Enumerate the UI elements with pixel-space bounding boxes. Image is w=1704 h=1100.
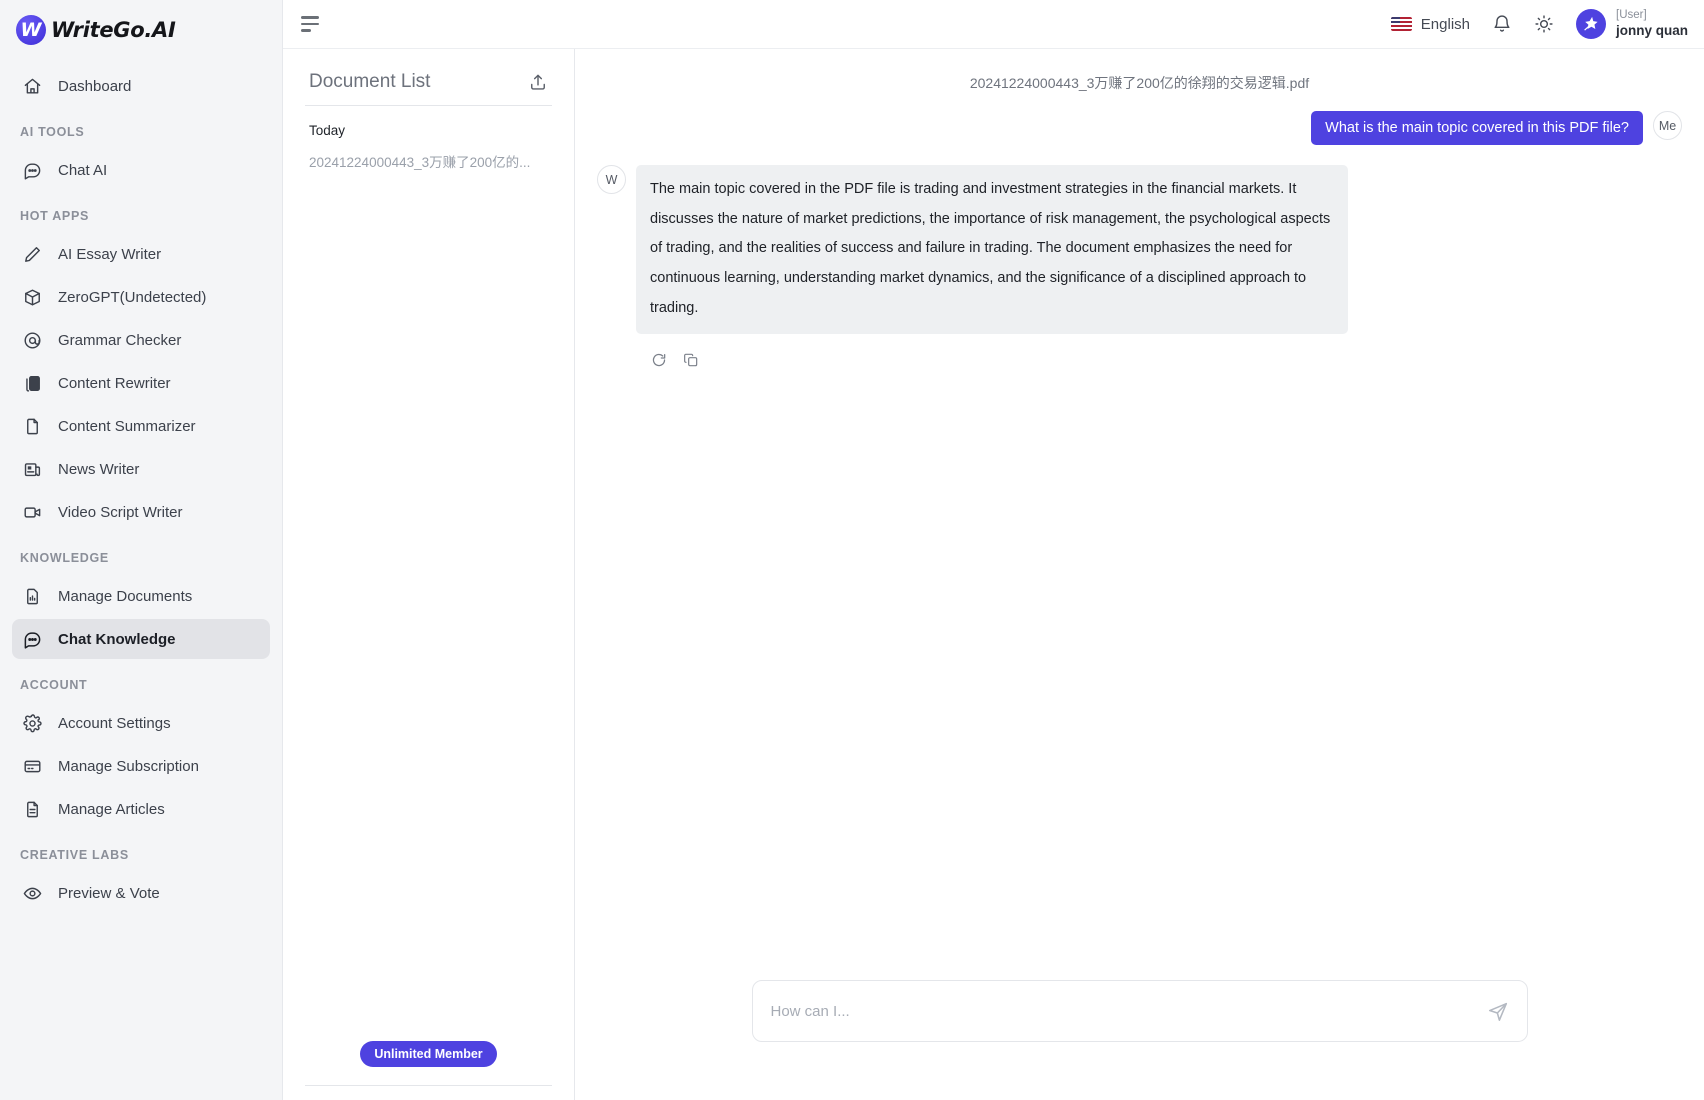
sidebar-item-label: Content Summarizer	[58, 417, 196, 435]
topbar-actions: English [User] jonny quan	[1390, 8, 1688, 39]
document-lines-icon	[22, 799, 42, 819]
sidebar-item-account-settings[interactable]: Account Settings	[12, 703, 270, 743]
sidebar-section-ai-tools: AI TOOLS	[20, 125, 85, 139]
sidebar-item-dashboard[interactable]: Dashboard	[12, 66, 270, 106]
sidebar-item-chat-knowledge[interactable]: Chat Knowledge	[12, 619, 270, 659]
sidebar-item-label: Content Rewriter	[58, 374, 171, 392]
assistant-message-bubble: The main topic covered in the PDF file i…	[636, 165, 1348, 334]
copy-icon[interactable]	[683, 352, 699, 368]
avatar: W	[597, 165, 626, 194]
message-composer[interactable]	[751, 980, 1528, 1042]
sidebar-item-manage-subscription[interactable]: Manage Subscription	[12, 746, 270, 786]
user-menu[interactable]: [User] jonny quan	[1576, 8, 1688, 39]
sidebar-section-creative-labs: CREATIVE LABS	[20, 848, 129, 862]
at-circle-icon	[22, 330, 42, 350]
sidebar-section-account: ACCOUNT	[20, 678, 88, 692]
sidebar-item-manage-articles[interactable]: Manage Articles	[12, 789, 270, 829]
user-message-bubble: What is the main topic covered in this P…	[1311, 111, 1643, 145]
cube-icon	[22, 287, 42, 307]
sidebar: W WriteGo.AI Dashboard AI TOOLS Chat AI …	[0, 0, 283, 1100]
sidebar-item-label: Manage Articles	[58, 800, 165, 818]
user-role: [User]	[1616, 9, 1647, 22]
avatar: Me	[1653, 111, 1682, 140]
sidebar-item-video-script-writer[interactable]: Video Script Writer	[12, 492, 270, 532]
document-chart-icon	[22, 586, 42, 606]
sidebar-item-label: Video Script Writer	[58, 503, 183, 521]
chat-panel: 20241224000443_3万赚了200亿的徐翔的交易逻辑.pdf What…	[575, 49, 1704, 1100]
composer-wrapper	[575, 980, 1704, 1100]
sun-icon[interactable]	[1534, 14, 1554, 34]
main-area: English [User] jonny quan Document List …	[283, 0, 1704, 1100]
sidebar-item-manage-documents[interactable]: Manage Documents	[12, 576, 270, 616]
member-badge-row: Unlimited Member	[305, 1041, 552, 1085]
sidebar-item-label: Manage Subscription	[58, 757, 199, 775]
pencil-icon	[22, 244, 42, 264]
user-meta: [User] jonny quan	[1616, 8, 1688, 39]
chat-message-assistant: W The main topic covered in the PDF file…	[597, 165, 1682, 334]
sidebar-item-label: News Writer	[58, 460, 140, 478]
sidebar-section-knowledge: KNOWLEDGE	[20, 551, 109, 565]
chat-bubble-icon	[22, 629, 42, 649]
star-icon	[1576, 9, 1606, 39]
chat-messages: 20241224000443_3万赚了200亿的徐翔的交易逻辑.pdf What…	[575, 49, 1704, 980]
document-list-panel: Document List Today 20241224000443_3万赚了2…	[283, 49, 575, 1100]
language-selector[interactable]: English	[1390, 15, 1470, 33]
app-root: W WriteGo.AI Dashboard AI TOOLS Chat AI …	[0, 0, 1704, 1100]
gear-icon	[22, 713, 42, 733]
sidebar-item-label: ZeroGPT(Undetected)	[58, 288, 207, 306]
chat-filename: 20241224000443_3万赚了200亿的徐翔的交易逻辑.pdf	[969, 75, 1310, 91]
hamburger-icon[interactable]	[301, 16, 323, 32]
sidebar-item-grammar-checker[interactable]: Grammar Checker	[12, 320, 270, 360]
sidebar-item-label: Chat AI	[58, 161, 108, 179]
copy-icon	[22, 373, 42, 393]
sidebar-item-label: Account Settings	[58, 714, 171, 732]
eye-icon	[22, 883, 42, 903]
sidebar-nav: Dashboard AI TOOLS Chat AI HOT APPS AI E…	[0, 54, 282, 1100]
video-camera-icon	[22, 502, 42, 522]
brand-name: WriteGo.AI	[51, 18, 176, 42]
sidebar-item-news-writer[interactable]: News Writer	[12, 449, 270, 489]
chat-bubble-icon	[22, 160, 42, 180]
sidebar-item-label: Preview & Vote	[58, 884, 160, 902]
list-item[interactable]: 20241224000443_3万赚了200亿的...	[305, 138, 552, 171]
sidebar-item-preview-and-vote[interactable]: Preview & Vote	[12, 873, 270, 913]
sidebar-item-chat-ai[interactable]: Chat AI	[12, 150, 270, 190]
sidebar-item-content-summarizer[interactable]: Content Summarizer	[12, 406, 270, 446]
message-input[interactable]	[770, 1002, 1477, 1020]
newspaper-icon	[22, 459, 42, 479]
brand-mark-icon: W	[16, 15, 46, 45]
sidebar-item-label: AI Essay Writer	[58, 245, 162, 263]
document-list-header: Document List	[305, 49, 552, 106]
sidebar-item-label: Dashboard	[58, 77, 132, 95]
sidebar-item-label: Manage Documents	[58, 587, 193, 605]
sidebar-item-zerogpt[interactable]: ZeroGPT(Undetected)	[12, 277, 270, 317]
topbar: English [User] jonny quan	[283, 0, 1704, 49]
divider	[305, 1085, 552, 1086]
us-flag-icon	[1390, 17, 1412, 31]
sidebar-item-ai-essay-writer[interactable]: AI Essay Writer	[12, 234, 270, 274]
sidebar-item-content-rewriter[interactable]: Content Rewriter	[12, 363, 270, 403]
send-icon[interactable]	[1477, 1000, 1509, 1022]
home-icon	[22, 76, 42, 96]
document-icon	[22, 416, 42, 436]
content-body: Document List Today 20241224000443_3万赚了2…	[283, 49, 1704, 1100]
document-group-label: Today	[309, 123, 346, 138]
bell-icon[interactable]	[1492, 14, 1512, 34]
credit-card-icon	[22, 756, 42, 776]
refresh-icon[interactable]	[651, 352, 667, 368]
sidebar-item-label: Chat Knowledge	[58, 630, 176, 648]
sidebar-item-label: Grammar Checker	[58, 331, 182, 349]
sidebar-section-hot-apps: HOT APPS	[20, 209, 90, 223]
chat-message-user: What is the main topic covered in this P…	[597, 111, 1682, 145]
language-label: English	[1420, 15, 1470, 33]
status-badge[interactable]: Unlimited Member	[360, 1041, 497, 1067]
brand-logo[interactable]: W WriteGo.AI	[0, 6, 282, 54]
user-name: jonny quan	[1616, 22, 1688, 38]
document-list-title: Document List	[309, 71, 431, 92]
document-panel-footer: Unlimited Member	[305, 1041, 552, 1100]
upload-icon[interactable]	[528, 72, 548, 92]
message-actions	[597, 340, 1682, 368]
